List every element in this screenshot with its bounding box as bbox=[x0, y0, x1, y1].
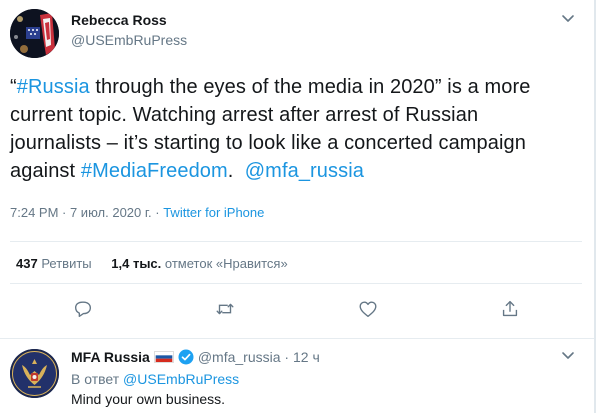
hashtag-russia-link[interactable]: #Russia bbox=[17, 76, 90, 98]
quote-open: “ bbox=[10, 76, 17, 98]
mention-mfa-russia-link[interactable]: @mfa_russia bbox=[245, 160, 364, 182]
reply-age[interactable]: 12 ч bbox=[293, 348, 320, 366]
author-handle[interactable]: @USEmbRuPress bbox=[71, 32, 187, 48]
reply-header: MFA Russia @mfa_russia · 12 ч bbox=[71, 348, 320, 366]
likes-label: отметок «Нравится» bbox=[164, 256, 288, 271]
engagement-stats: 437 Ретвиты 1,4 тыс. отметок «Нравится» bbox=[16, 256, 304, 272]
likes-stat[interactable]: 1,4 тыс. отметок «Нравится» bbox=[111, 256, 287, 271]
retweets-count: 437 bbox=[16, 256, 38, 271]
author-name[interactable]: Rebecca Ross bbox=[71, 12, 187, 28]
reply-avatar[interactable] bbox=[10, 349, 59, 398]
divider bbox=[10, 283, 582, 284]
hashtag-mediafreedom-link[interactable]: #MediaFreedom bbox=[81, 160, 228, 182]
russia-flag-icon bbox=[153, 351, 174, 363]
chevron-down-icon[interactable] bbox=[560, 347, 576, 363]
source-link[interactable]: Twitter for iPhone bbox=[163, 205, 264, 220]
author-block[interactable]: Rebecca Ross @USEmbRuPress bbox=[71, 12, 187, 48]
verified-badge-icon bbox=[178, 349, 194, 365]
likes-count: 1,4 тыс. bbox=[111, 256, 162, 271]
reply-text: Mind your own business. bbox=[71, 391, 226, 407]
chevron-down-icon[interactable] bbox=[560, 10, 576, 26]
share-icon[interactable] bbox=[498, 297, 522, 321]
main-tweet: Rebecca Ross @USEmbRuPress “#Russia thro… bbox=[0, 0, 594, 338]
retweets-stat[interactable]: 437 Ретвиты bbox=[16, 256, 92, 271]
tweet-body: “#Russia through the eyes of the media i… bbox=[10, 73, 570, 185]
tweet-meta: 7:24 PM · 7 июл. 2020 г. · Twitter for i… bbox=[10, 205, 264, 221]
reply-context: В ответ @USEmbRuPress bbox=[71, 370, 239, 388]
author-avatar[interactable] bbox=[10, 9, 59, 58]
reply-author-handle[interactable]: @mfa_russia bbox=[198, 348, 281, 366]
retweets-label: Ретвиты bbox=[41, 256, 92, 271]
tweet-text-part2: . bbox=[227, 160, 245, 182]
divider bbox=[10, 241, 582, 242]
comment-icon[interactable] bbox=[71, 297, 95, 321]
reply-tweet[interactable]: MFA Russia @mfa_russia · 12 ч В ответ @U… bbox=[0, 339, 594, 413]
reply-to-handle-link[interactable]: @USEmbRuPress bbox=[123, 371, 239, 387]
retweet-icon[interactable] bbox=[213, 297, 237, 321]
reply-prefix: В ответ bbox=[71, 371, 124, 387]
tweet-actions bbox=[0, 297, 594, 321]
heart-icon[interactable] bbox=[356, 297, 380, 321]
reply-separator: · bbox=[280, 349, 293, 365]
reply-author-name[interactable]: MFA Russia bbox=[71, 348, 150, 366]
timestamp[interactable]: 7:24 PM · 7 июл. 2020 г. · bbox=[10, 205, 163, 220]
